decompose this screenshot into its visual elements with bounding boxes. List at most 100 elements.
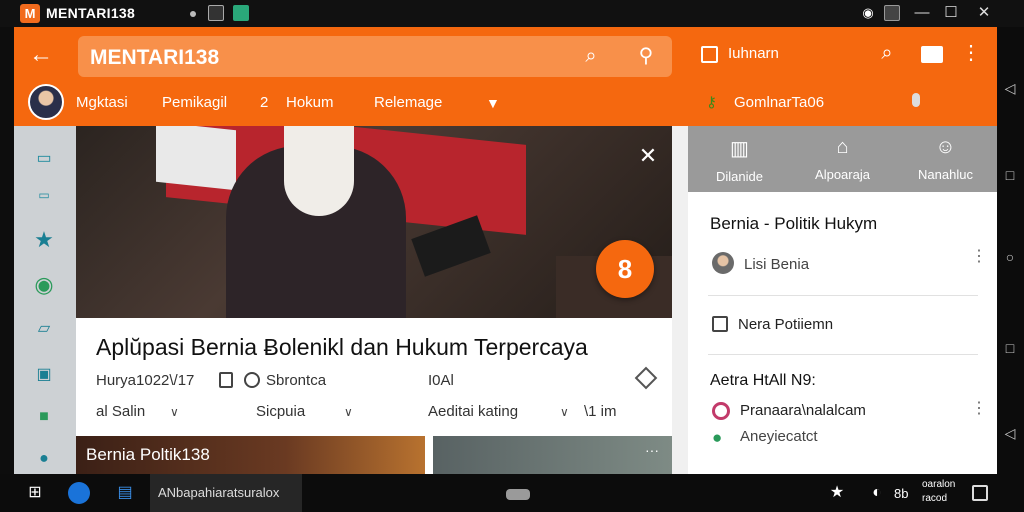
tab-label: Dilanide <box>716 169 763 184</box>
grid-icon[interactable] <box>921 46 943 63</box>
close-button[interactable]: ✕ <box>974 3 994 23</box>
filter-select[interactable]: Aeditai kating <box>428 403 518 420</box>
tab-label: Alpoaraja <box>815 167 870 182</box>
article-card[interactable]: Aplŭpasi Bernia Ƀolenikl dan Hukum Terpe… <box>76 318 672 436</box>
location-icon[interactable]: ● <box>30 446 58 472</box>
bookmark-icon[interactable] <box>219 372 233 388</box>
avatar[interactable] <box>28 84 64 120</box>
thumbnail-card[interactable]: Bernia Poltik138 <box>76 436 425 474</box>
more-vertical-icon[interactable]: ⋮ <box>971 398 987 418</box>
speaker-icon[interactable]: ◐ <box>866 483 888 503</box>
search-icon[interactable]: ⌕ <box>578 44 604 70</box>
taskbar-number: 8b <box>894 486 909 501</box>
checkbox[interactable] <box>701 46 718 63</box>
speaker-hijab <box>284 126 354 216</box>
chat-badge-icon[interactable]: ▭ <box>30 146 58 172</box>
thumbnail-card[interactable]: ··· <box>433 436 672 474</box>
taskbar: ⊞ ▤ ANbapahiaratsuralox ★ ◐ 8b oaralon r… <box>0 474 1024 512</box>
app-header: ← MENTARI138 ⌕ ⚲ Iuhnarn ⌕ ⋮ Mgktasi Pem… <box>14 27 997 126</box>
pill-icon[interactable] <box>506 489 530 500</box>
close-icon[interactable]: ✕ <box>636 144 660 168</box>
filter-select[interactable]: al Salin <box>96 403 145 420</box>
share-icon[interactable] <box>634 366 658 390</box>
columns-icon: ▥ <box>730 138 749 160</box>
article-title[interactable]: Aplŭpasi Bernia Ƀolenikl dan Hukum Terpe… <box>96 334 588 361</box>
store-icon[interactable]: ▤ <box>114 483 136 503</box>
square-icon[interactable]: □ <box>1002 167 1018 183</box>
tab-item[interactable]: ▥ Dilanide <box>688 126 791 192</box>
comment-icon[interactable]: ■ <box>30 404 58 430</box>
section-title: Aetra HtAll N9: <box>710 372 816 389</box>
android-nav-bar: ◁ □ ○ □ ◁ <box>997 27 1024 474</box>
nav-item[interactable]: Hokum <box>286 94 334 111</box>
divider <box>708 295 978 296</box>
flag-shape <box>156 126 236 191</box>
tablet-shape <box>411 215 491 277</box>
square-icon[interactable]: □ <box>1002 340 1018 356</box>
message-icon[interactable]: ▱ <box>30 316 58 342</box>
thumbnail-caption: Bernia Poltik138 <box>86 445 210 464</box>
author-name[interactable]: Lisi Benia <box>744 256 809 273</box>
search-icon[interactable]: ⌕ <box>874 41 900 67</box>
more-vertical-icon[interactable]: ⋮ <box>958 41 984 67</box>
caption-icon[interactable]: ▭ <box>30 182 58 208</box>
chevron-down-icon[interactable]: ∨ <box>344 405 353 419</box>
windows-start-icon[interactable]: ⊞ <box>24 483 46 503</box>
minimize-button[interactable]: — <box>912 3 932 23</box>
nav-item[interactable]: Mgktasi <box>76 94 128 111</box>
edge-icon[interactable] <box>68 482 90 504</box>
monitor-icon[interactable]: ▣ <box>30 362 58 388</box>
clock[interactable]: oaralon racod <box>922 478 955 506</box>
wifi-icon: ◉ <box>862 5 874 20</box>
nav-item[interactable]: Pemikagil <box>162 94 227 111</box>
tab-item[interactable]: ⌂ Alpoaraja <box>791 126 894 192</box>
user-search-icon[interactable]: ⚲ <box>633 44 659 70</box>
check-circle-icon[interactable]: ◉ <box>30 272 58 298</box>
more-horizontal-icon[interactable]: ··· <box>645 442 659 458</box>
more-vertical-icon[interactable]: ⋮ <box>971 246 987 266</box>
floating-action-button[interactable]: 8 <box>596 240 654 298</box>
tab-item[interactable]: ☺ Nanahluc <box>894 126 997 192</box>
search-input[interactable]: MENTARI138 <box>90 46 219 70</box>
back-icon[interactable]: ◁ <box>1002 80 1018 96</box>
mic-icon[interactable] <box>912 93 920 107</box>
avatar[interactable] <box>712 252 734 274</box>
nav-item[interactable]: 2 <box>260 94 268 111</box>
back-icon[interactable]: ◁ <box>1002 425 1018 441</box>
target-icon <box>712 402 730 420</box>
header-right-label[interactable]: Iuhnarn <box>728 45 779 62</box>
star-icon[interactable]: ★ <box>826 483 848 503</box>
notification-icon[interactable] <box>972 485 988 501</box>
home-icon[interactable]: ○ <box>1002 249 1018 265</box>
clock-icon <box>244 372 260 388</box>
list-item[interactable]: Aneyiecatct <box>740 428 818 445</box>
keyboard-icon[interactable] <box>884 5 900 21</box>
hero-image[interactable]: ✕ 8 <box>76 126 672 318</box>
thumbnail-row: Bernia Poltik138 ··· <box>76 436 672 474</box>
clock-bottom: racod <box>922 493 948 504</box>
chevron-down-icon[interactable]: ∨ <box>170 405 179 419</box>
back-arrow-icon[interactable]: ← <box>28 43 54 69</box>
nav-item[interactable]: Relemage <box>374 94 442 111</box>
taskbar-app-label: ANbapahiaratsuralox <box>158 485 280 500</box>
maximize-button[interactable]: ☐ <box>941 3 961 23</box>
clock-top: oaralon <box>922 479 956 490</box>
divider <box>708 354 978 355</box>
app-shortcut-icon[interactable] <box>233 5 249 21</box>
chevron-down-icon[interactable]: ▼ <box>486 95 500 111</box>
filter-select[interactable]: Sicpuia <box>256 403 305 420</box>
star-icon[interactable]: ★ <box>30 227 58 253</box>
article-source: Sbrontca <box>266 372 327 389</box>
chevron-down-icon[interactable]: ∨ <box>560 405 569 419</box>
search-bar[interactable]: MENTARI138 ⌕ ⚲ <box>78 36 672 77</box>
home-icon: ⌂ <box>836 136 849 158</box>
user-label[interactable]: GomlnarTa06 <box>734 94 824 111</box>
filter-select[interactable]: \1 im <box>584 403 617 420</box>
image-icon[interactable] <box>208 5 224 21</box>
dot-icon <box>190 11 196 17</box>
taskbar-app[interactable]: ANbapahiaratsuralox <box>150 474 302 512</box>
list-item[interactable]: Pranaara\nalalcam <box>740 402 866 419</box>
article-count: I0Al <box>428 372 454 389</box>
list-item[interactable]: Nera Potiiemn <box>738 316 833 333</box>
article-date: Hurya1022\/17 <box>96 372 195 389</box>
